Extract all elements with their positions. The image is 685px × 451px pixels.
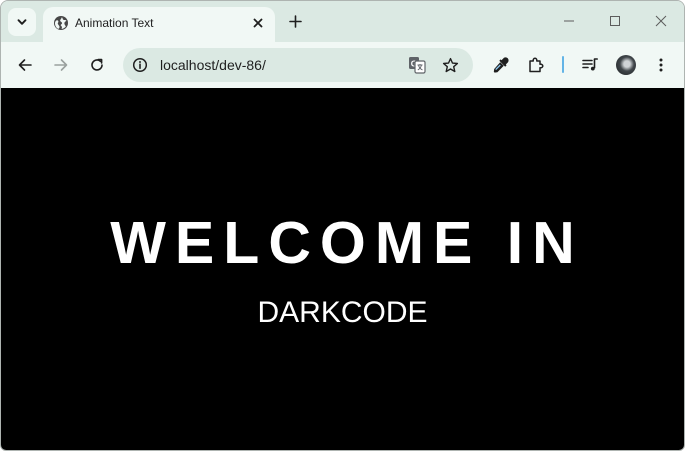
site-info-button[interactable] bbox=[131, 56, 149, 74]
arrow-right-icon bbox=[54, 59, 68, 71]
darkcode-subheading: DARKCODE bbox=[257, 296, 428, 329]
puzzle-icon bbox=[529, 57, 544, 73]
media-controls-button[interactable] bbox=[576, 51, 604, 79]
forward-button[interactable] bbox=[47, 51, 75, 79]
menu-button[interactable] bbox=[647, 51, 675, 79]
welcome-heading: WELCOME IN bbox=[110, 210, 584, 276]
reload-button[interactable] bbox=[83, 51, 111, 79]
queue-music-icon bbox=[582, 58, 598, 71]
browser-toolbar: localhost/dev-86/ G bbox=[1, 42, 684, 88]
browser-window: Animation Text localhost/dev-86/ G WELCO… bbox=[0, 0, 685, 451]
tab-search-button[interactable] bbox=[8, 8, 36, 36]
minimize-button[interactable] bbox=[556, 9, 582, 33]
page-viewport: WELCOME IN DARKCODE bbox=[1, 88, 684, 450]
eyedropper-icon bbox=[493, 57, 509, 73]
info-icon bbox=[132, 57, 148, 73]
url-host: localhost bbox=[160, 57, 216, 73]
kebab-menu-icon bbox=[659, 58, 663, 72]
back-button[interactable] bbox=[11, 51, 39, 79]
reload-icon bbox=[91, 58, 103, 71]
toolbar-divider bbox=[562, 56, 564, 73]
tab-title: Animation Text bbox=[75, 16, 154, 30]
minimize-icon bbox=[564, 20, 574, 22]
tab-active[interactable]: Animation Text bbox=[43, 7, 275, 42]
url-text[interactable]: localhost/dev-86/ bbox=[160, 57, 266, 73]
arrow-left-icon bbox=[18, 59, 32, 71]
translate-button[interactable]: G bbox=[406, 54, 428, 76]
maximize-icon bbox=[610, 16, 620, 26]
extensions-button[interactable] bbox=[522, 51, 550, 79]
close-icon bbox=[655, 15, 667, 27]
address-bar[interactable]: localhost/dev-86/ G bbox=[123, 48, 473, 82]
tab-strip: Animation Text bbox=[1, 1, 684, 42]
maximize-button[interactable] bbox=[602, 9, 628, 33]
translate-icon: G bbox=[409, 57, 426, 74]
eyedropper-extension-button[interactable] bbox=[487, 51, 515, 79]
bookmark-button[interactable] bbox=[439, 54, 461, 76]
close-window-button[interactable] bbox=[648, 9, 674, 33]
globe-icon bbox=[54, 16, 68, 30]
star-icon bbox=[442, 57, 458, 72]
plus-icon bbox=[288, 14, 302, 28]
url-path: /dev-86/ bbox=[215, 57, 266, 73]
avatar[interactable] bbox=[616, 55, 636, 75]
chevron-down-icon bbox=[17, 19, 27, 25]
tab-close-button[interactable] bbox=[249, 14, 267, 32]
new-tab-button[interactable] bbox=[284, 10, 306, 32]
close-icon bbox=[253, 18, 263, 28]
